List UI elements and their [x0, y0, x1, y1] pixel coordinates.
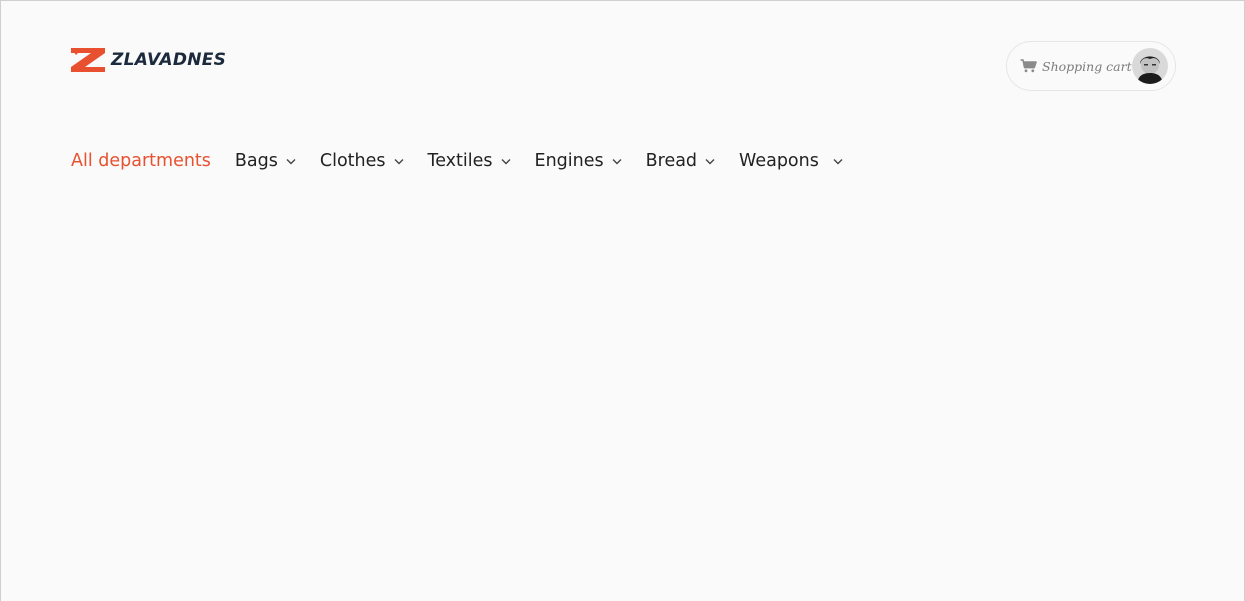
nav-item-label: Bread: [645, 151, 698, 171]
nav-item-label: Weapons: [739, 151, 819, 171]
brand-logo-mark-icon: [71, 48, 105, 72]
nav-item-textiles[interactable]: Textiles: [428, 151, 511, 171]
site-header: ZLAVADNES Shopping cart: [71, 41, 1176, 91]
department-nav: All departments Bags Clothes Textiles En…: [71, 147, 867, 175]
nav-item-all-departments[interactable]: All departments: [71, 151, 211, 171]
chevron-down-icon: [501, 158, 511, 164]
nav-item-label: Engines: [534, 151, 604, 171]
nav-item-label: All departments: [71, 151, 211, 171]
user-avatar[interactable]: [1132, 48, 1168, 84]
nav-item-bags[interactable]: Bags: [235, 151, 296, 171]
nav-item-label: Textiles: [427, 151, 493, 171]
shopping-cart-label: Shopping cart: [1042, 58, 1132, 74]
nav-item-clothes[interactable]: Clothes: [320, 151, 404, 171]
brand-logo-text: ZLAVADNES: [111, 50, 227, 70]
chevron-down-icon: [705, 158, 715, 164]
brand-logo[interactable]: ZLAVADNES: [71, 48, 226, 72]
nav-item-label: Bags: [234, 151, 278, 171]
account-menu: Shopping cart: [1006, 41, 1176, 91]
chevron-down-icon: [833, 158, 843, 164]
page-frame: ZLAVADNES Shopping cart All departments …: [0, 0, 1245, 601]
nav-item-label: Clothes: [319, 151, 386, 171]
nav-item-weapons[interactable]: Weapons: [739, 151, 843, 171]
chevron-down-icon: [286, 158, 296, 164]
nav-item-engines[interactable]: Engines: [535, 151, 622, 171]
nav-item-bread[interactable]: Bread: [646, 151, 715, 171]
chevron-down-icon: [394, 158, 403, 164]
shopping-cart-icon: [1020, 59, 1037, 73]
user-avatar-icon: [1132, 48, 1168, 84]
chevron-down-icon: [612, 158, 622, 164]
shopping-cart-button[interactable]: Shopping cart: [1020, 59, 1132, 74]
